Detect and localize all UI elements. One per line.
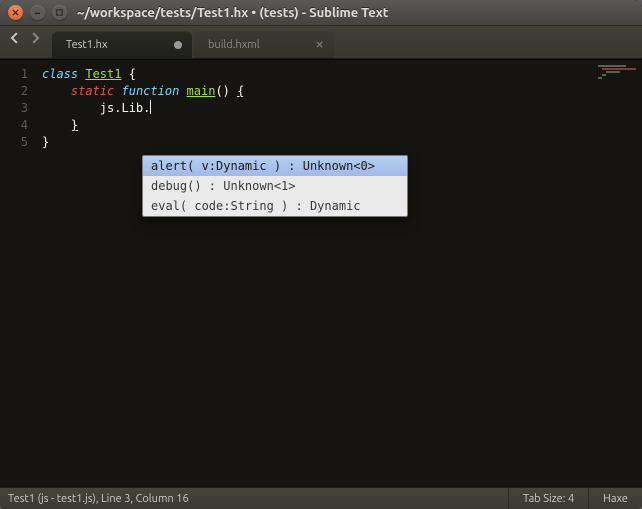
minimize-icon[interactable]	[30, 5, 45, 20]
autocomplete-item[interactable]: eval( code:String ) : Dynamic	[143, 196, 407, 216]
sublime-window: ~/workspace/tests/Test1.hx • (tests) - S…	[0, 0, 642, 509]
nav-forward-icon[interactable]	[26, 29, 44, 47]
line-number: 2	[0, 83, 28, 100]
line-number: 5	[0, 134, 28, 151]
tab-build[interactable]: build.hxml	[194, 31, 334, 58]
line-number: 1	[0, 66, 28, 83]
autocomplete-item[interactable]: alert( v:Dynamic ) : Unknown<0>	[143, 156, 407, 176]
minimap[interactable]	[598, 65, 638, 95]
window-title: ~/workspace/tests/Test1.hx • (tests) - S…	[77, 6, 388, 20]
tab-label: Test1.hx	[66, 39, 108, 51]
window-controls	[8, 5, 67, 20]
status-tabsize[interactable]: Tab Size: 4	[508, 488, 588, 509]
close-icon[interactable]	[8, 5, 23, 20]
maximize-icon[interactable]	[52, 5, 67, 20]
code-line[interactable]: }	[42, 134, 642, 151]
status-syntax[interactable]: Haxe	[588, 488, 642, 509]
line-number: 4	[0, 117, 28, 134]
nav-back-icon[interactable]	[6, 29, 24, 47]
cursor	[150, 100, 151, 114]
status-position: Test1 (js - test1.js), Line 3, Column 16	[0, 493, 508, 505]
gutter: 12345	[0, 60, 38, 487]
line-number: 3	[0, 100, 28, 117]
code-line[interactable]: static function main() {	[42, 83, 642, 100]
close-tab-icon[interactable]	[314, 40, 324, 50]
code-area[interactable]: class Test1 { static function main() { j…	[38, 60, 642, 487]
tab-label: build.hxml	[208, 39, 260, 51]
autocomplete-item[interactable]: debug() : Unknown<1>	[143, 176, 407, 196]
dirty-indicator-icon	[174, 41, 182, 49]
tab-test1[interactable]: Test1.hx	[52, 31, 192, 58]
autocomplete-popup[interactable]: alert( v:Dynamic ) : Unknown<0>debug() :…	[142, 155, 408, 217]
tabs: Test1.hx build.hxml	[52, 31, 336, 58]
status-bar: Test1 (js - test1.js), Line 3, Column 16…	[0, 487, 642, 509]
titlebar: ~/workspace/tests/Test1.hx • (tests) - S…	[0, 0, 642, 26]
code-line[interactable]: class Test1 {	[42, 66, 642, 83]
tab-bar: Test1.hx build.hxml	[0, 26, 642, 59]
code-line[interactable]: }	[42, 117, 642, 134]
code-line[interactable]: js.Lib.	[42, 100, 642, 117]
editor[interactable]: 12345 class Test1 { static function main…	[0, 59, 642, 487]
